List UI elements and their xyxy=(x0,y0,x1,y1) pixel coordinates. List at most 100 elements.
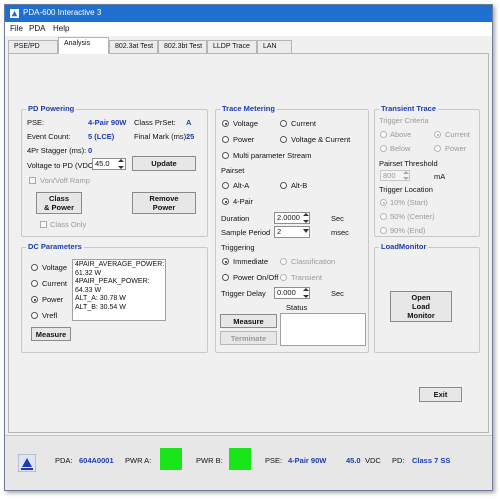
location-end-radio[interactable] xyxy=(380,227,387,234)
menu-bar: File PDA Help xyxy=(5,22,492,36)
pairset-alt-b-label: Alt-B xyxy=(291,181,308,190)
event-count-label: Event Count: xyxy=(27,132,71,141)
dc-voltage-label: Voltage xyxy=(42,263,68,272)
trace-voltage-current-label: Voltage & Current xyxy=(291,135,351,144)
class-preset-value: A xyxy=(186,118,192,127)
final-mark-label: Final Mark (ms): xyxy=(134,132,189,141)
transient-trace-title: Transient Trace xyxy=(379,104,439,113)
von-voff-ramp-checkbox[interactable] xyxy=(29,177,36,184)
tab-analysis[interactable]: Analysis xyxy=(58,37,109,54)
trace-power-label: Power xyxy=(233,135,255,144)
spin-up-icon[interactable] xyxy=(403,171,409,174)
criteria-current-label: Current xyxy=(445,130,471,139)
tab-802-3at-test[interactable]: 802.3at Test xyxy=(109,40,158,53)
dc-power-radio[interactable] xyxy=(31,296,38,303)
tab-lan[interactable]: LAN xyxy=(257,40,292,53)
voltage-spinner[interactable] xyxy=(118,158,124,170)
tab-pse-pd[interactable]: PSE/PD xyxy=(8,40,58,53)
criteria-above-radio[interactable] xyxy=(380,131,387,138)
trace-voltage-current-radio[interactable] xyxy=(280,136,287,143)
trace-voltage-label: Voltage xyxy=(233,119,259,128)
tab-strip: PSE/PD Analysis 802.3at Test 802.3bt Tes… xyxy=(5,36,492,54)
trace-measure-button[interactable]: Measure xyxy=(220,314,277,328)
threshold-spinner[interactable] xyxy=(403,170,409,181)
pwr-b-indicator xyxy=(229,448,251,470)
trigger-immediate-label: Immediate xyxy=(233,257,269,266)
menu-help[interactable]: Help xyxy=(53,24,69,33)
trace-multi-stream-radio[interactable] xyxy=(222,152,229,159)
exit-button[interactable]: Exit xyxy=(419,387,462,402)
menu-pda[interactable]: PDA xyxy=(29,24,45,33)
dc-vrefl-radio[interactable] xyxy=(31,312,38,319)
avg-power-readout: 4PAIR_AVERAGE_POWER: 61.32 W xyxy=(75,261,167,277)
dc-measure-button[interactable]: Measure xyxy=(31,327,71,341)
pairset-alt-b-radio[interactable] xyxy=(280,182,287,189)
dc-parameters-group: DC Parameters Voltage Current Power Vref… xyxy=(21,242,208,353)
spin-down-icon[interactable] xyxy=(303,295,309,298)
location-start-radio[interactable] xyxy=(380,199,387,206)
pd-powering-title: PD Powering xyxy=(26,104,77,113)
status-pse-value: 4-Pair 90W xyxy=(288,456,327,465)
trigger-classification-radio[interactable] xyxy=(280,258,287,265)
trigger-delay-unit: Sec xyxy=(331,289,344,298)
trigger-power-onoff-radio[interactable] xyxy=(222,274,229,281)
criteria-current-radio[interactable] xyxy=(434,131,441,138)
spin-up-icon[interactable] xyxy=(303,213,309,216)
spin-down-icon[interactable] xyxy=(303,220,309,223)
dc-current-label: Current xyxy=(42,279,68,288)
trace-power-radio[interactable] xyxy=(222,136,229,143)
trace-voltage-radio[interactable] xyxy=(222,120,229,127)
trigger-location-label: Trigger Location xyxy=(379,185,433,194)
status-pse-label: PSE: xyxy=(265,456,283,465)
trace-metering-group: Trace Metering Voltage Current Power Vol… xyxy=(215,104,369,353)
spin-down-icon[interactable] xyxy=(118,166,124,169)
spin-up-icon[interactable] xyxy=(118,159,124,162)
criteria-power-label: Power xyxy=(445,144,467,153)
duration-spinner[interactable] xyxy=(303,212,309,224)
criteria-below-radio[interactable] xyxy=(380,145,387,152)
trigger-transient-radio[interactable] xyxy=(280,274,287,281)
pairset-alt-a-radio[interactable] xyxy=(222,182,229,189)
update-button[interactable]: Update xyxy=(132,156,196,171)
class-only-label: Class Only xyxy=(50,220,87,229)
dc-voltage-radio[interactable] xyxy=(31,264,38,271)
sample-period-unit: msec xyxy=(331,228,349,237)
spin-down-icon[interactable] xyxy=(403,177,409,180)
tab-802-3bt-test[interactable]: 802.3bt Test xyxy=(158,40,207,53)
pairset-4-pair-radio[interactable] xyxy=(222,198,229,205)
final-mark-value: 25 xyxy=(186,132,195,141)
menu-file[interactable]: File xyxy=(10,24,23,33)
pairset-threshold-label: Pairset Threshold xyxy=(379,159,438,168)
dc-readout-box[interactable]: 4PAIR_AVERAGE_POWER: 61.32 W 4PAIR_PEAK_… xyxy=(72,259,166,321)
dropdown-arrow-icon[interactable] xyxy=(303,229,309,233)
duration-unit: Sec xyxy=(331,214,344,223)
duration-label: Duration xyxy=(221,214,250,223)
trace-metering-title: Trace Metering xyxy=(220,104,277,113)
criteria-power-radio[interactable] xyxy=(434,145,441,152)
status-label: Status xyxy=(286,303,308,312)
trigger-delay-spinner[interactable] xyxy=(303,287,309,299)
trace-terminate-button[interactable]: Terminate xyxy=(220,331,277,345)
spin-up-icon[interactable] xyxy=(303,288,309,291)
pse-value: 4-Pair 90W xyxy=(88,118,127,127)
tab-lldp-trace[interactable]: LLDP Trace xyxy=(207,40,257,53)
peak-power-readout: 4PAIR_PEAK_POWER: 64.33 W xyxy=(75,278,152,294)
trigger-power-onoff-label: Power On/Off xyxy=(233,273,279,282)
class-and-power-button[interactable]: Class & Power xyxy=(36,192,82,214)
status-bar: PDA: 604A0001 PWR A: PWR B: PSE: 4-Pair … xyxy=(5,435,492,490)
trigger-classification-label: Classification xyxy=(291,257,336,266)
window-title: PDA-600 Interactive 3 xyxy=(23,8,102,17)
open-load-monitor-button[interactable]: Open Load Monitor xyxy=(390,291,452,322)
status-pda-value: 604A0001 xyxy=(79,456,114,465)
location-end-label: 90% (End) xyxy=(390,226,426,235)
remove-power-button[interactable]: Remove Power xyxy=(132,192,196,214)
pwr-a-indicator xyxy=(160,448,182,470)
location-center-radio[interactable] xyxy=(380,213,387,220)
title-bar: PDA-600 Interactive 3 xyxy=(5,5,492,22)
class-only-checkbox[interactable] xyxy=(40,221,47,228)
trace-current-radio[interactable] xyxy=(280,120,287,127)
pairset-alt-a-label: Alt-A xyxy=(233,181,250,190)
status-voltage-value: 45.0 xyxy=(346,456,361,465)
dc-current-radio[interactable] xyxy=(31,280,38,287)
trigger-immediate-radio[interactable] xyxy=(222,258,229,265)
